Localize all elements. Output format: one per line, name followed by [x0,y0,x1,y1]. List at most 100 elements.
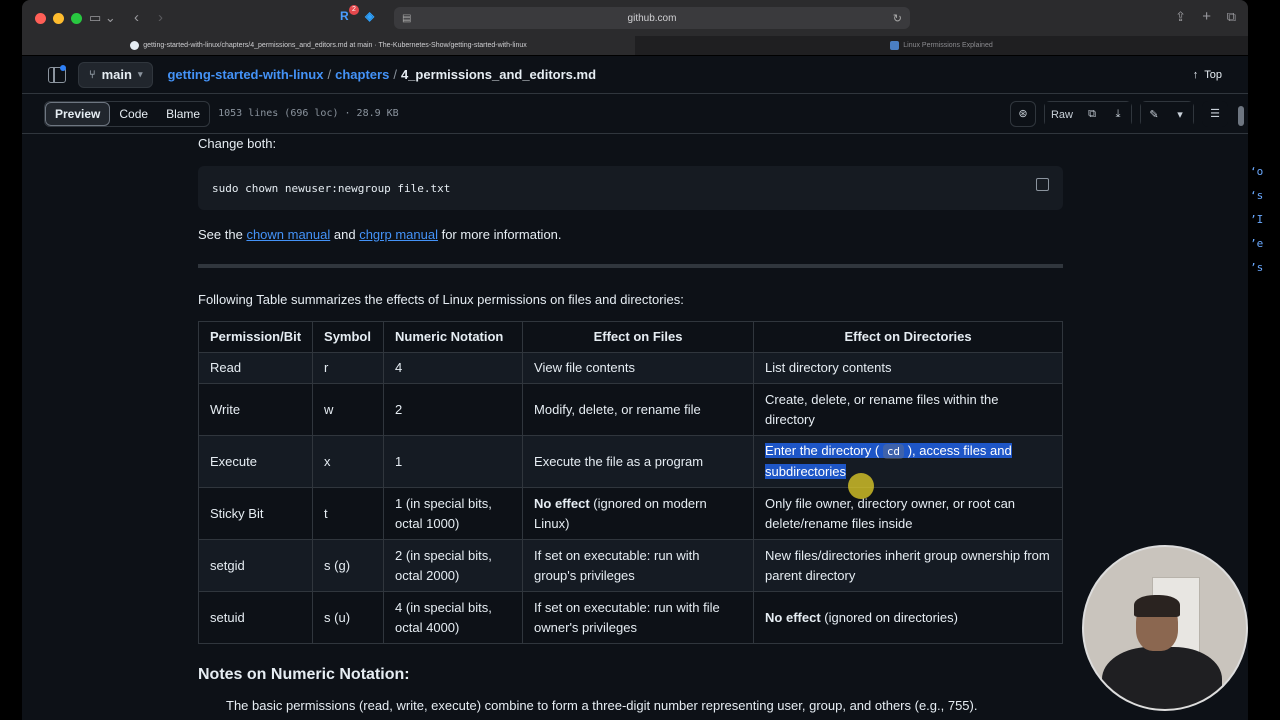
branch-name: main [101,67,132,82]
cell: List directory contents [753,352,1063,384]
forward-icon[interactable]: › [158,9,163,26]
bold-text: No effect [534,495,590,511]
file-toolbar: Preview Code Blame 1053 lines (696 loc) … [22,94,1248,134]
tab-bar: getting-started-with-linux/chapters/4_pe… [22,36,1248,56]
tab-title: getting-started-with-linux/chapters/4_pe… [143,42,527,49]
tab-overview-icon[interactable]: ⧉ [1227,9,1236,25]
cell: setuid [197,591,314,644]
chevron-down-icon: ▾ [137,69,143,79]
sidebar-toggle-icon[interactable]: ▭ ⌄ [89,10,116,26]
download-icon[interactable]: ⤓ [1105,101,1131,128]
cell: 1 [383,435,524,488]
copilot-icon[interactable]: ⊛ [1009,100,1036,127]
header-symbol: Symbol [312,321,385,353]
cell: 4 (in special bits, octal 4000) [383,591,524,644]
cell: 2 (in special bits, octal 2000) [383,539,524,592]
cell: If set on executable: run with file owne… [522,591,755,644]
inline-code: cd [882,444,905,459]
cell: No effect (ignored on modern Linux) [522,487,755,540]
zoom-window-button[interactable] [71,12,82,24]
cell: Write [197,383,314,436]
table-row: Execute x 1 Execute the file as a progra… [197,435,1063,488]
share-icon[interactable]: ⇪ [1175,9,1186,25]
table-header-row: Permission/Bit Symbol Numeric Notation E… [197,321,1063,353]
tab-linux-permissions[interactable]: Linux Permissions Explained [635,36,1248,55]
github-favicon-icon [130,41,140,50]
blame-button[interactable]: Blame [157,102,209,126]
outline-list-icon[interactable]: ☰ [1202,100,1228,127]
table-row: Write w 2 Modify, delete, or rename file… [197,383,1063,436]
notes-text: The basic permissions (read, write, exec… [226,698,978,713]
top-button[interactable]: ↑ Top [1193,69,1222,81]
top-label: Top [1204,68,1222,81]
see-text: See the [198,227,247,242]
cell: No effect (ignored on directories) [753,591,1063,644]
new-tab-icon[interactable]: + [1202,8,1211,25]
cell: If set on executable: run with group's p… [522,539,755,592]
bold-text: No effect [765,609,821,625]
header-files: Effect on Files [522,321,755,353]
chown-manual-link[interactable]: chown manual [246,227,330,242]
cell: Sticky Bit [197,487,314,540]
tab-title: Linux Permissions Explained [903,42,993,49]
page-menu-icon[interactable]: ▤ [402,13,411,24]
cursor-highlight [848,473,874,499]
background-window-edge: ‘o ‘s ’I ’e ’s [1250,160,1263,280]
branch-selector[interactable]: ⑂ main ▾ [78,61,154,88]
notification-dot [60,65,66,71]
branch-icon: ⑂ [89,68,96,81]
side-glyph: ’e [1250,237,1264,250]
back-icon[interactable]: ‹ [134,9,139,26]
cell: Read [197,352,314,384]
breadcrumb-file: 4_permissions_and_editors.md [400,67,597,82]
scrollbar-thumb[interactable] [1238,106,1244,126]
cell-text: (ignored on directories) [820,609,958,625]
table-row: setuid s (u) 4 (in special bits, octal 4… [197,591,1063,644]
raw-button[interactable]: Raw [1044,101,1079,128]
cell: Execute the file as a program [522,435,755,488]
copy-raw-icon[interactable]: ⧉ [1079,101,1105,128]
cell: New files/directories inherit group owne… [753,539,1063,592]
table-row: Sticky Bit t 1 (in special bits, octal 1… [197,487,1063,540]
breadcrumb-separator: / [393,67,397,82]
cell: r [312,352,385,384]
chgrp-manual-link[interactable]: chgrp manual [359,227,438,242]
breadcrumb-repo-link[interactable]: getting-started-with-linux [167,67,323,82]
cell: 2 [383,383,524,436]
header-directories: Effect on Directories [753,321,1063,353]
header-numeric: Numeric Notation [383,321,524,353]
minimize-window-button[interactable] [53,12,64,24]
extension-r-icon[interactable]: R [340,9,349,23]
arrow-up-icon: ↑ [1192,68,1199,81]
edit-pencil-icon[interactable]: ✎ [1141,101,1167,128]
permissions-table: Permission/Bit Symbol Numeric Notation E… [197,321,1063,644]
cell: s (u) [312,591,385,644]
url-text: github.com [627,12,677,24]
cell: x [312,435,385,488]
cell: setgid [197,539,314,592]
file-actions: ⊛ Raw ⧉ ⤓ ✎ ▾ ☰ [1009,100,1228,128]
code-text: sudo chown newuser:newgroup file.txt [212,181,451,195]
tab-github-file[interactable]: getting-started-with-linux/chapters/4_pe… [22,36,635,55]
cell: Execute [197,435,314,488]
chevron-down-icon[interactable]: ▾ [1167,101,1193,128]
copy-icon[interactable] [1036,178,1049,191]
file-header: ⑂ main ▾ getting-started-with-linux / ch… [22,56,1248,94]
code-block: sudo chown newuser:newgroup file.txt [198,166,1063,210]
address-bar[interactable]: ▤ github.com ↻ [394,7,910,29]
cell-selected: Enter the directory ( cd ), access files… [753,435,1063,488]
cell: Only file owner, directory owner, or roo… [753,487,1063,540]
see-manual-paragraph: See the chown manual and chgrp manual fo… [198,227,1063,242]
breadcrumb: getting-started-with-linux / chapters / … [167,67,596,82]
breadcrumb-dir-link[interactable]: chapters [335,67,389,82]
window-controls [35,12,82,24]
browser-toolbar: ▭ ⌄ ‹ › R 2 ◈ ▤ github.com ↻ ⇪ + ⧉ [22,0,1248,36]
cell: Create, delete, or rename files within t… [753,383,1063,436]
close-window-button[interactable] [35,12,46,24]
preview-button[interactable]: Preview [45,101,111,126]
reload-icon[interactable]: ↻ [893,12,902,25]
side-glyph: ’I [1250,213,1264,226]
globe-favicon-icon [890,41,900,50]
extension-diamond-icon[interactable]: ◈ [365,9,374,23]
code-button[interactable]: Code [110,102,157,126]
